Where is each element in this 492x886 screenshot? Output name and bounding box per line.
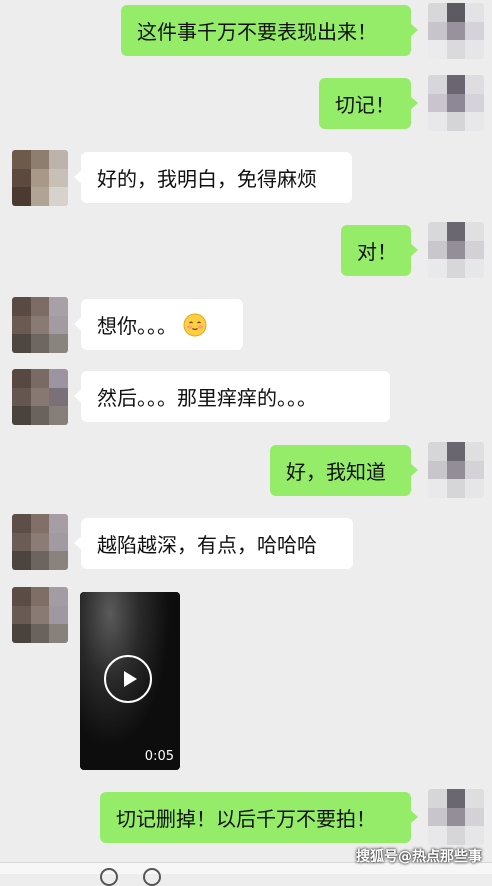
my-avatar[interactable]: [428, 3, 484, 59]
outgoing-message[interactable]: 切记删掉！以后千万不要拍！: [100, 792, 418, 843]
message-text: 切记删掉！以后千万不要拍！: [116, 807, 376, 831]
incoming-message[interactable]: 好的，我明白，免得麻烦: [74, 152, 352, 203]
message-text: 这件事千万不要表现出来！: [137, 20, 377, 44]
message-text: 想你。。。: [97, 314, 177, 338]
voice-icon[interactable]: [100, 868, 118, 886]
chat-area[interactable]: 这件事千万不要表现出来！ 切记！ 好的，我明白，免得麻烦 对！ 想你。。。 然后…: [0, 0, 492, 873]
my-avatar[interactable]: [428, 75, 484, 131]
watermark: 搜狐号@热点那些事: [356, 849, 482, 865]
incoming-message[interactable]: 想你。。。: [74, 299, 243, 350]
outgoing-message[interactable]: 这件事千万不要表现出来！: [121, 5, 418, 56]
my-avatar[interactable]: [428, 789, 484, 845]
incoming-message[interactable]: 然后。。。那里痒痒的。。。: [74, 371, 390, 422]
message-text: 好，我知道: [286, 460, 386, 484]
message-text: 越陷越深，有点，哈哈哈: [97, 533, 317, 557]
contact-avatar[interactable]: [12, 514, 68, 570]
message-text: 好的，我明白，免得麻烦: [97, 167, 317, 191]
my-avatar[interactable]: [428, 442, 484, 498]
incoming-message[interactable]: 越陷越深，有点，哈哈哈: [74, 518, 353, 569]
contact-avatar[interactable]: [12, 150, 68, 206]
message-text: 对！: [357, 240, 397, 264]
video-message[interactable]: 0:05: [80, 592, 180, 770]
play-icon[interactable]: [104, 655, 152, 703]
contact-avatar[interactable]: [12, 587, 68, 643]
outgoing-message[interactable]: 好，我知道: [270, 445, 418, 496]
contact-avatar[interactable]: [12, 369, 68, 425]
outgoing-message[interactable]: 对！: [341, 225, 418, 276]
video-duration: 0:05: [144, 749, 174, 764]
my-avatar[interactable]: [428, 222, 484, 278]
message-text: 切记！: [335, 93, 395, 117]
contact-avatar[interactable]: [12, 297, 68, 353]
smiling-face-emoji: [183, 313, 207, 337]
message-text: 然后。。。那里痒痒的。。。: [97, 386, 317, 410]
emoji-icon[interactable]: [143, 868, 161, 886]
outgoing-message[interactable]: 切记！: [319, 78, 418, 129]
